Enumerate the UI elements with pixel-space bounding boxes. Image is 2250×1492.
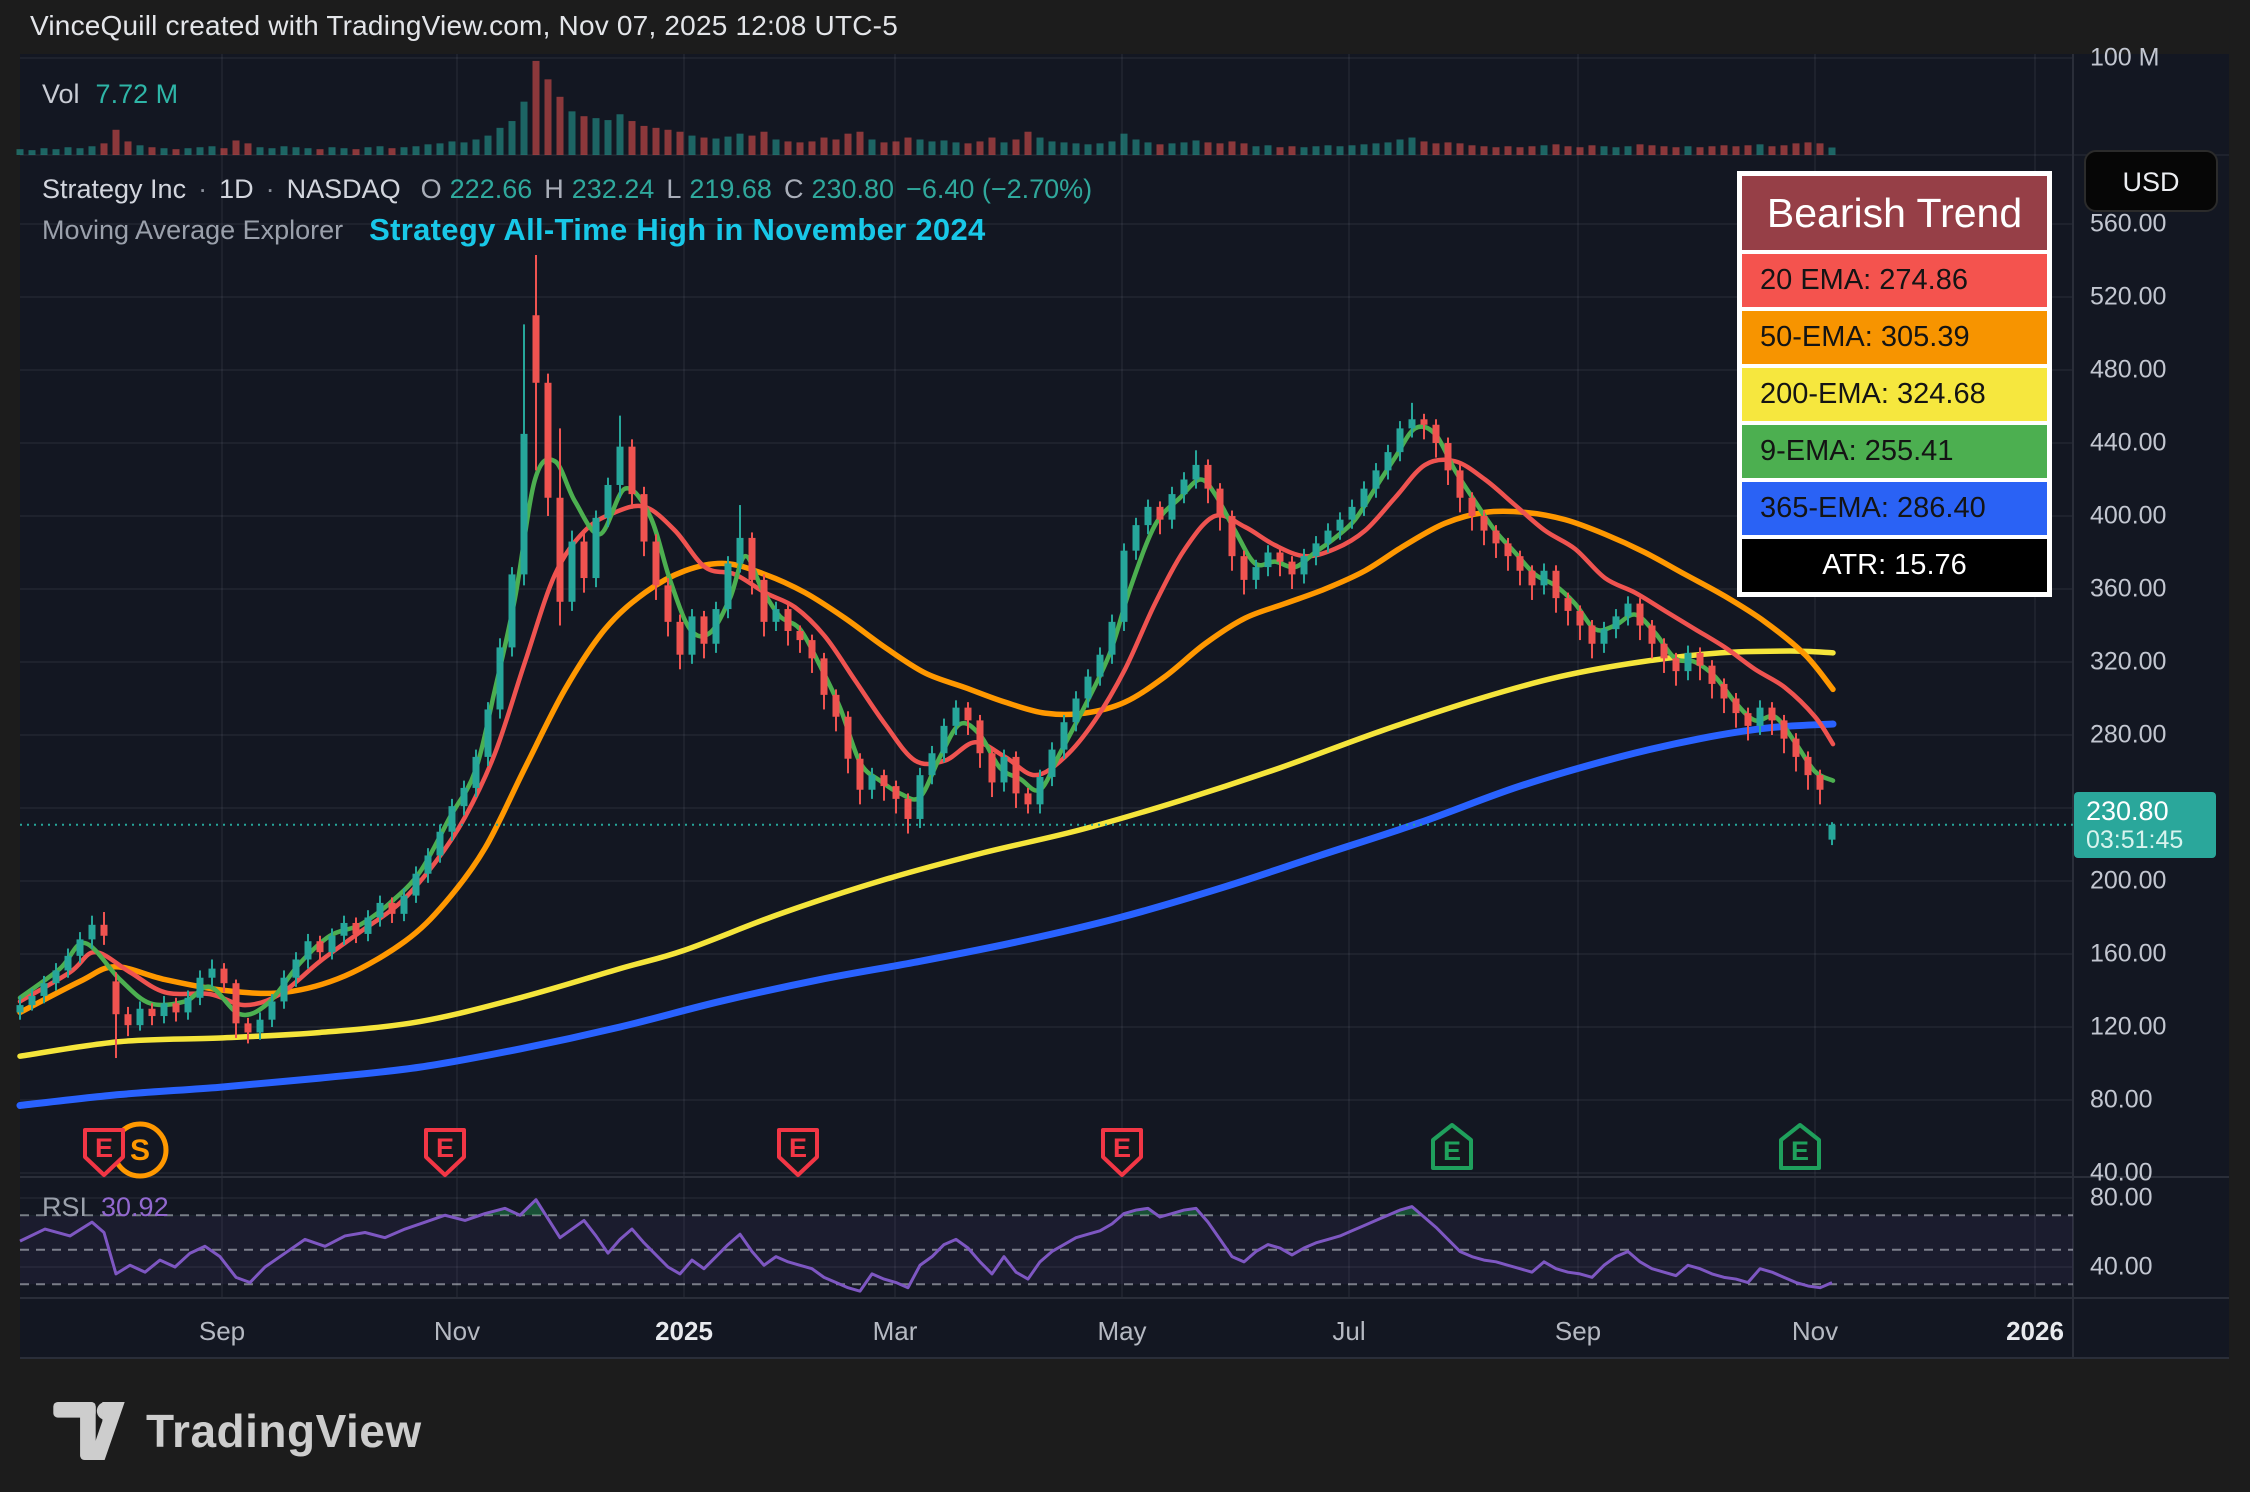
time-axis-label: 2025 (655, 1316, 713, 1347)
rsi-axis-label: 80.00 (2090, 1184, 2153, 1213)
open-letter: O (421, 174, 442, 205)
price-axis-label: 280.00 (2090, 721, 2166, 750)
tradingview-logo[interactable]: TradingView (52, 1402, 422, 1460)
close-value: 230.80 (811, 174, 894, 205)
snapshot-title: VinceQuill created with TradingView.com,… (30, 10, 898, 42)
indicator-row: Moving Average Explorer Strategy All-Tim… (42, 212, 986, 248)
currency-button[interactable]: USD (2084, 150, 2218, 212)
time-axis-label: Jul (1332, 1316, 1365, 1347)
time-axis-label: May (1097, 1316, 1146, 1347)
time-axis-label: Mar (873, 1316, 918, 1347)
price-axis-label: 160.00 (2090, 940, 2166, 969)
close-letter: C (784, 174, 804, 205)
legend-row-50ema: 50-EMA: 305.39 (1742, 311, 2047, 364)
legend-row-20ema: 20 EMA: 274.86 (1742, 254, 2047, 307)
price-axis-label: 400.00 (2090, 502, 2166, 531)
svg-text:E: E (436, 1133, 454, 1163)
time-axis-label: Sep (1555, 1316, 1601, 1347)
tradingview-glyph-icon (52, 1402, 126, 1460)
legend-row-365ema: 365-EMA: 286.40 (1742, 482, 2047, 535)
legend-row-9ema: 9-EMA: 255.41 (1742, 425, 2047, 478)
svg-text:E: E (1443, 1136, 1461, 1166)
symbol-interval: 1D (219, 174, 254, 205)
high-letter: H (544, 174, 564, 205)
svg-text:S: S (130, 1134, 150, 1167)
price-axis-label: 440.00 (2090, 429, 2166, 458)
time-axis-label: Nov (1792, 1316, 1838, 1347)
bar-countdown: 03:51:45 (2086, 827, 2216, 854)
price-axis-label: 560.00 (2090, 210, 2166, 239)
volume-value: 7.72 M (96, 79, 179, 110)
svg-text:E: E (1791, 1136, 1809, 1166)
high-value: 232.24 (572, 174, 655, 205)
time-axis-label: Nov (434, 1316, 480, 1347)
open-value: 222.66 (450, 174, 533, 205)
brand-name: TradingView (146, 1404, 422, 1458)
time-axis-label: 2026 (2006, 1316, 2064, 1347)
legend-row-200ema: 200-EMA: 324.68 (1742, 368, 2047, 421)
separator-dot: · (266, 174, 275, 205)
svg-text:E: E (1113, 1133, 1131, 1163)
price-axis-label: 320.00 (2090, 648, 2166, 677)
separator-dot: · (198, 174, 207, 205)
last-price-badge[interactable]: 230.80 03:51:45 (2074, 792, 2216, 858)
tradingview-snapshot: SEEEEEE VinceQuill created with TradingV… (0, 0, 2250, 1492)
rsi-value: 30.92 (101, 1192, 169, 1223)
change-value: −6.40 (−2.70%) (906, 174, 1092, 205)
rsi-label[interactable]: RSI (42, 1192, 87, 1223)
volume-axis-label: 100 M (2090, 44, 2159, 73)
price-axis-label: 520.00 (2090, 283, 2166, 312)
trend-legend[interactable]: Bearish Trend 20 EMA: 274.86 50-EMA: 305… (1737, 171, 2052, 597)
legend-row-atr: ATR: 15.76 (1742, 539, 2047, 592)
rsi-legend: RSI 30.92 (42, 1192, 169, 1223)
price-axis-label: 200.00 (2090, 867, 2166, 896)
svg-text:E: E (789, 1133, 807, 1163)
symbol-name: Strategy Inc (42, 174, 186, 205)
price-axis-label: 120.00 (2090, 1013, 2166, 1042)
indicator-label[interactable]: Moving Average Explorer (42, 215, 343, 246)
price-axis-label: 360.00 (2090, 575, 2166, 604)
trend-status-header: Bearish Trend (1742, 176, 2047, 250)
price-axis-label: 80.00 (2090, 1086, 2153, 1115)
volume-label: Vol (42, 79, 80, 110)
volume-legend: Vol 7.72 M (42, 79, 178, 110)
chart-annotation: Strategy All-Time High in November 2024 (369, 212, 985, 248)
low-value: 219.68 (689, 174, 772, 205)
symbol-exchange: NASDAQ (287, 174, 401, 205)
last-price-value: 230.80 (2086, 795, 2216, 827)
price-axis-label: 480.00 (2090, 356, 2166, 385)
symbol-row[interactable]: Strategy Inc · 1D · NASDAQ O 222.66 H 23… (42, 174, 1092, 205)
low-letter: L (666, 174, 681, 205)
svg-text:E: E (95, 1133, 113, 1163)
time-axis-label: Sep (199, 1316, 245, 1347)
rsi-axis-label: 40.00 (2090, 1253, 2153, 1282)
